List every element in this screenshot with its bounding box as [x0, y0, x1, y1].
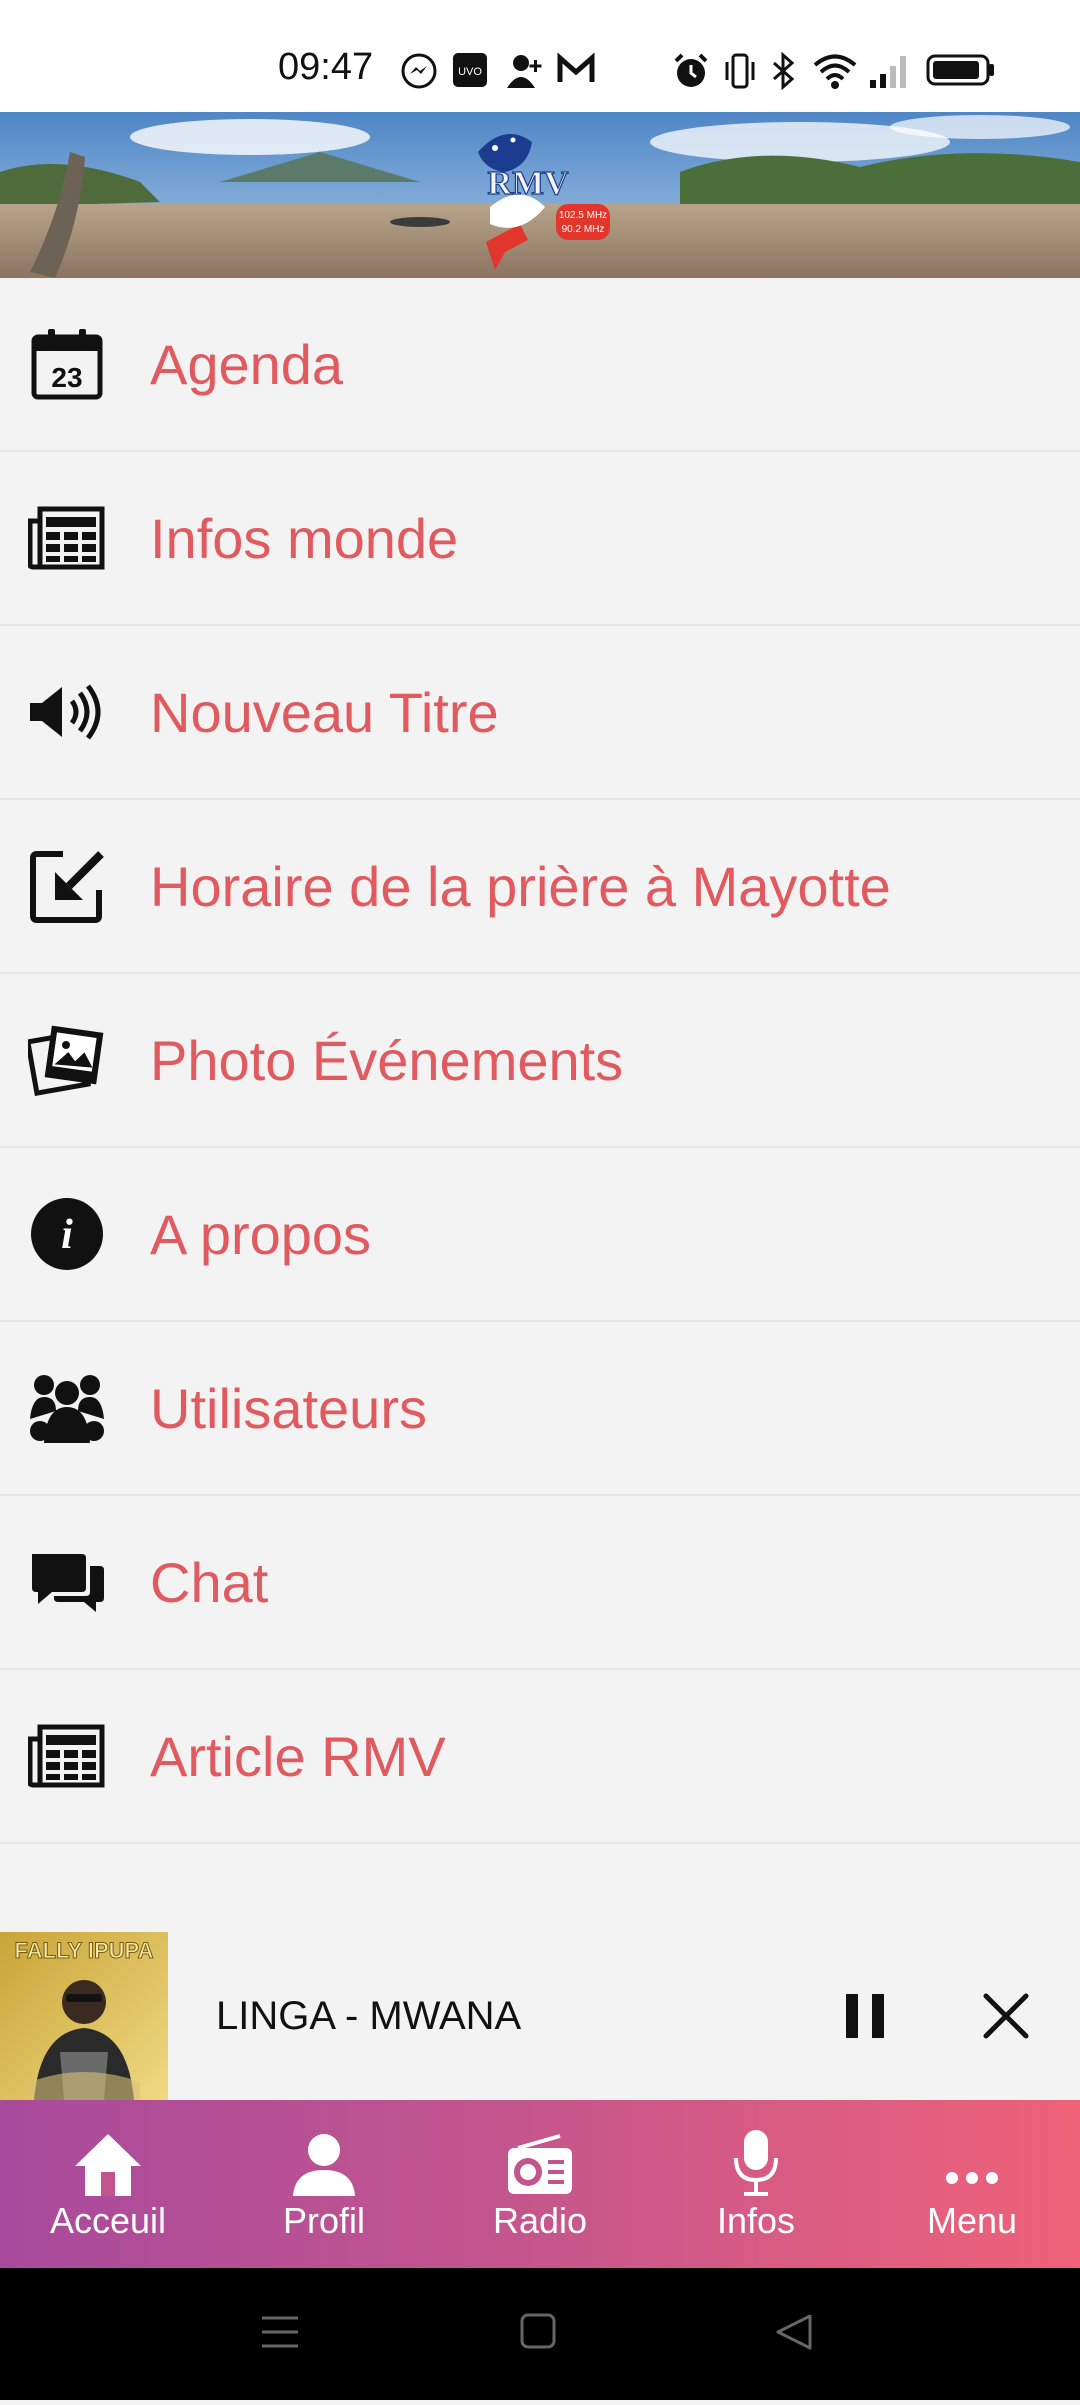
battery-icon: [926, 52, 996, 93]
close-player-button[interactable]: [978, 1988, 1034, 2044]
menu-item-label: Agenda: [150, 332, 344, 396]
alarm-icon: [672, 52, 710, 95]
nav-label: Menu: [926, 2200, 1018, 2241]
arrow-in-box-icon: [28, 847, 106, 925]
svg-text:RMV: RMV: [487, 165, 569, 202]
system-navigation-bar: [0, 2268, 1080, 2400]
gmail-icon: [556, 52, 596, 91]
menu-item-horaire-priere[interactable]: Horaire de la prière à Mayotte: [0, 800, 1080, 974]
menu-list: 23 Agenda Infos monde Nouveau Titre Hora…: [0, 278, 1080, 1844]
menu-item-utilisateurs[interactable]: Utilisateurs: [0, 1322, 1080, 1496]
menu-item-label: Article RMV: [150, 1724, 446, 1788]
svg-text:FALLY IPUPA: FALLY IPUPA: [15, 1938, 154, 1963]
menu-item-label: Horaire de la prière à Mayotte: [150, 854, 891, 918]
bottom-nav: Acceuil Profil Radio Infos Menu: [0, 2100, 1080, 2268]
menu-item-agenda[interactable]: 23 Agenda: [0, 278, 1080, 452]
album-art[interactable]: FALLY IPUPA: [0, 1932, 168, 2100]
nav-item-infos[interactable]: Infos: [648, 2100, 864, 2268]
banner-landscape: RMV 102.5 MHz 90.2 MHz: [0, 112, 1080, 278]
newspaper-icon: [28, 499, 106, 577]
track-title: LINGA - MWANA: [216, 1994, 522, 2038]
svg-text:102.5 MHz: 102.5 MHz: [559, 210, 607, 221]
menu-item-label: A propos: [150, 1202, 372, 1266]
info-icon: i: [28, 1195, 106, 1273]
photos-icon: [28, 1021, 106, 1099]
svg-text:UVO: UVO: [458, 66, 482, 78]
nav-label: Acceuil: [49, 2200, 167, 2241]
svg-text:90.2 MHz: 90.2 MHz: [562, 224, 605, 235]
pause-icon: [846, 1994, 884, 2038]
newspaper-icon: [28, 1717, 106, 1795]
nav-label: Profil: [282, 2200, 366, 2241]
nav-item-profil[interactable]: Profil: [216, 2100, 432, 2268]
nav-item-menu[interactable]: Menu: [864, 2100, 1080, 2268]
mini-player[interactable]: FALLY IPUPA LINGA - MWANA: [0, 1932, 1080, 2100]
chat-icon: [28, 1543, 106, 1621]
menu-item-chat[interactable]: Chat: [0, 1496, 1080, 1670]
messenger-icon: [400, 52, 438, 95]
menu-item-a-propos[interactable]: i A propos: [0, 1148, 1080, 1322]
nav-item-radio[interactable]: Radio: [432, 2100, 648, 2268]
home-icon: [70, 2128, 146, 2198]
menu-item-infos-monde[interactable]: Infos monde: [0, 452, 1080, 626]
menu-item-photo-evenements[interactable]: Photo Événements: [0, 974, 1080, 1148]
wifi-icon: [812, 52, 858, 95]
menu-item-label: Nouveau Titre: [150, 680, 499, 744]
vibrate-icon: [722, 52, 758, 95]
menu-item-label: Infos monde: [150, 506, 459, 570]
bluetooth-icon: [768, 51, 798, 95]
recents-button[interactable]: [262, 2316, 298, 2348]
menu-item-label: Photo Événements: [150, 1028, 624, 1092]
nav-label: Radio: [492, 2200, 588, 2241]
more-icon: [934, 2128, 1010, 2198]
back-button[interactable]: [776, 2314, 812, 2350]
calendar-icon: 23: [28, 325, 106, 403]
menu-item-nouveau-titre[interactable]: Nouveau Titre: [0, 626, 1080, 800]
nav-item-acceuil[interactable]: Acceuil: [0, 2100, 216, 2268]
add-contact-icon: [504, 52, 544, 95]
microphone-icon: [718, 2128, 794, 2198]
radio-icon: [502, 2128, 578, 2198]
users-icon: [28, 1369, 106, 1447]
status-bar: 09:47 UVO: [0, 0, 1080, 112]
svg-text:23: 23: [51, 362, 82, 393]
nav-label: Infos: [716, 2200, 796, 2241]
status-time: 09:47: [278, 46, 374, 88]
signal-icon: [866, 52, 914, 95]
profile-icon: [286, 2128, 362, 2198]
menu-item-label: Chat: [150, 1550, 269, 1614]
home-button[interactable]: [520, 2313, 556, 2349]
speaker-icon: [28, 673, 106, 751]
header-banner: RMV 102.5 MHz 90.2 MHz: [0, 112, 1080, 278]
menu-item-article-rmv[interactable]: Article RMV: [0, 1670, 1080, 1844]
menu-item-label: Utilisateurs: [150, 1376, 427, 1440]
svg-text:i: i: [61, 1212, 73, 1258]
uvo-icon: UVO: [452, 52, 488, 93]
pause-button[interactable]: [842, 1988, 888, 2044]
close-icon: [983, 1993, 1029, 2039]
